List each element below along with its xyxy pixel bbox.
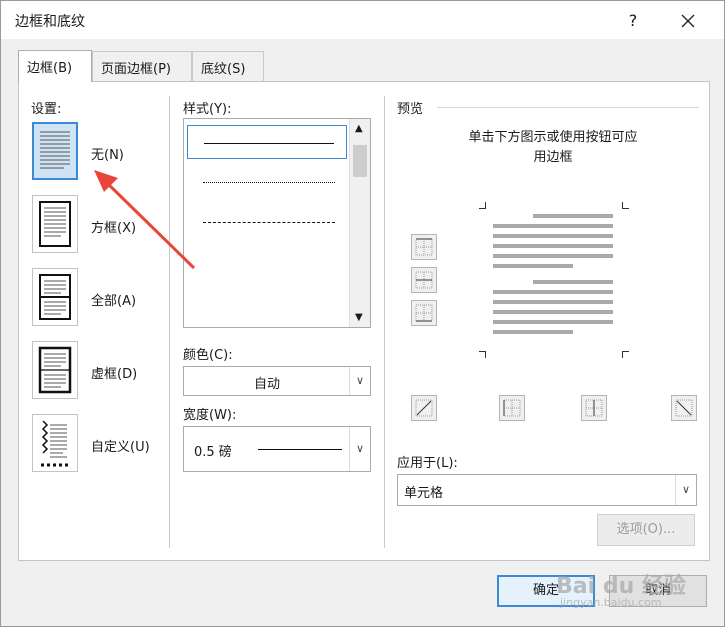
bottom-border-button[interactable]: [411, 300, 437, 326]
scroll-up-icon[interactable]: ▲: [355, 123, 363, 134]
top-border-icon: [415, 238, 433, 256]
diagonal-up-border-button[interactable]: [411, 395, 437, 421]
style-listbox[interactable]: ▲ ▼: [183, 118, 371, 328]
close-button[interactable]: [673, 6, 703, 36]
corner-mark: [479, 202, 486, 209]
preview-text-line: [493, 264, 573, 268]
chevron-down-icon[interactable]: ∨: [349, 367, 370, 395]
watermark-url: jingyan.baidu.com: [560, 596, 662, 609]
close-icon: [681, 14, 695, 28]
custom-border-icon: [41, 420, 69, 467]
all-borders-icon: [39, 274, 71, 320]
preview-text-line: [493, 244, 613, 248]
preview-text-line: [493, 254, 613, 258]
preview-text-line: [493, 234, 613, 238]
corner-mark: [622, 202, 629, 209]
setting-none-label[interactable]: 无(N): [91, 144, 124, 163]
preview-text-line: [533, 214, 613, 218]
bottom-border-icon: [415, 304, 433, 322]
preview-text-line: [493, 310, 613, 314]
preview-text-line: [493, 300, 613, 304]
box-border-icon: [39, 201, 71, 247]
style-scrollbar[interactable]: ▲ ▼: [349, 119, 370, 327]
preview-text-line: [533, 280, 613, 284]
apply-to-heading: 应用于(L):: [397, 456, 458, 471]
preview-panel: 预览 单击下方图示或使用按钮可应 用边框 应用于(L): 单元格 ∨ 选项(O)…: [393, 82, 711, 562]
diagonal-down-border-button[interactable]: [671, 395, 697, 421]
inside-horizontal-border-icon: [415, 271, 433, 289]
width-heading: 宽度(W):: [183, 408, 237, 423]
setting-all-icon[interactable]: [32, 268, 78, 326]
apply-to-select[interactable]: 单元格 ∨: [397, 474, 697, 506]
line-style-small-dash[interactable]: [187, 205, 347, 239]
inside-vertical-border-button[interactable]: [581, 395, 607, 421]
inside-vertical-border-icon: [585, 399, 603, 417]
preview-heading: 预览: [397, 102, 424, 117]
line-style-dash-dot[interactable]: [187, 285, 347, 319]
line-style-dotted[interactable]: [187, 165, 347, 199]
preview-text-line: [493, 290, 613, 294]
apply-to-value: 单元格: [404, 486, 444, 501]
color-select[interactable]: 自动 ∨: [183, 366, 371, 396]
help-button[interactable]: ?: [621, 9, 645, 33]
setting-custom-label[interactable]: 自定义(U): [91, 436, 150, 455]
title-bar: 边框和底纹 ?: [1, 1, 724, 39]
diagonal-up-icon: [415, 399, 433, 417]
preview-text-line: [493, 320, 613, 324]
preview-hint-line: 单击下方图示或使用按钮可应: [468, 130, 638, 145]
preview-hint: 单击下方图示或使用按钮可应 用边框: [433, 128, 673, 168]
diagonal-down-icon: [675, 399, 693, 417]
left-border-icon: [503, 399, 521, 417]
setting-custom-icon[interactable]: [32, 414, 78, 472]
dialog-title: 边框和底纹: [15, 14, 85, 30]
setting-none-icon[interactable]: [32, 122, 78, 180]
width-value: 0.5 磅: [194, 445, 232, 460]
setting-box-label[interactable]: 方框(X): [91, 217, 136, 236]
preview-diagram[interactable]: [479, 202, 629, 358]
color-value: 自动: [253, 377, 280, 392]
line-style-solid[interactable]: [187, 125, 347, 159]
scroll-thumb[interactable]: [353, 145, 367, 177]
preview-hint-line: 用边框: [533, 150, 573, 165]
borders-and-shading-dialog: 边框和底纹 ? 边框(B) 页面边框(P) 底纹(S) 设置: 无(N) 方框(…: [0, 0, 725, 627]
width-select[interactable]: 0.5 磅 ∨: [183, 426, 371, 472]
preview-text-line: [493, 224, 613, 228]
style-heading: 样式(Y):: [183, 102, 232, 117]
width-line-sample: [258, 449, 342, 450]
scroll-down-icon[interactable]: ▼: [355, 312, 363, 323]
tab-borders[interactable]: 边框(B): [18, 50, 92, 82]
chevron-down-icon[interactable]: ∨: [349, 427, 370, 471]
divider: [169, 96, 170, 548]
page-lines-icon: [40, 131, 70, 169]
top-border-button[interactable]: [411, 234, 437, 260]
options-button[interactable]: 选项(O)...: [597, 514, 695, 546]
corner-mark: [479, 351, 486, 358]
tab-shading[interactable]: 底纹(S): [192, 51, 264, 81]
tab-panel-borders: 设置: 无(N) 方框(X) 全部(A) 虚框(D) 自定义(U) 样式(Y):…: [18, 81, 710, 561]
setting-grid-label[interactable]: 虚框(D): [91, 363, 137, 382]
tab-page-border[interactable]: 页面边框(P): [92, 51, 192, 81]
setting-box-icon[interactable]: [32, 195, 78, 253]
corner-mark: [622, 351, 629, 358]
chevron-down-icon[interactable]: ∨: [675, 475, 696, 505]
preview-text-line: [493, 330, 573, 334]
inside-horizontal-border-button[interactable]: [411, 267, 437, 293]
color-heading: 颜色(C):: [183, 348, 233, 363]
left-border-button[interactable]: [499, 395, 525, 421]
line-style-dash[interactable]: [187, 245, 347, 279]
preview-heading-rule: [437, 107, 699, 108]
settings-heading: 设置:: [31, 102, 62, 117]
divider: [384, 96, 385, 548]
grid-border-icon: [38, 346, 72, 394]
setting-all-label[interactable]: 全部(A): [91, 290, 136, 309]
setting-grid-icon[interactable]: [32, 341, 78, 399]
